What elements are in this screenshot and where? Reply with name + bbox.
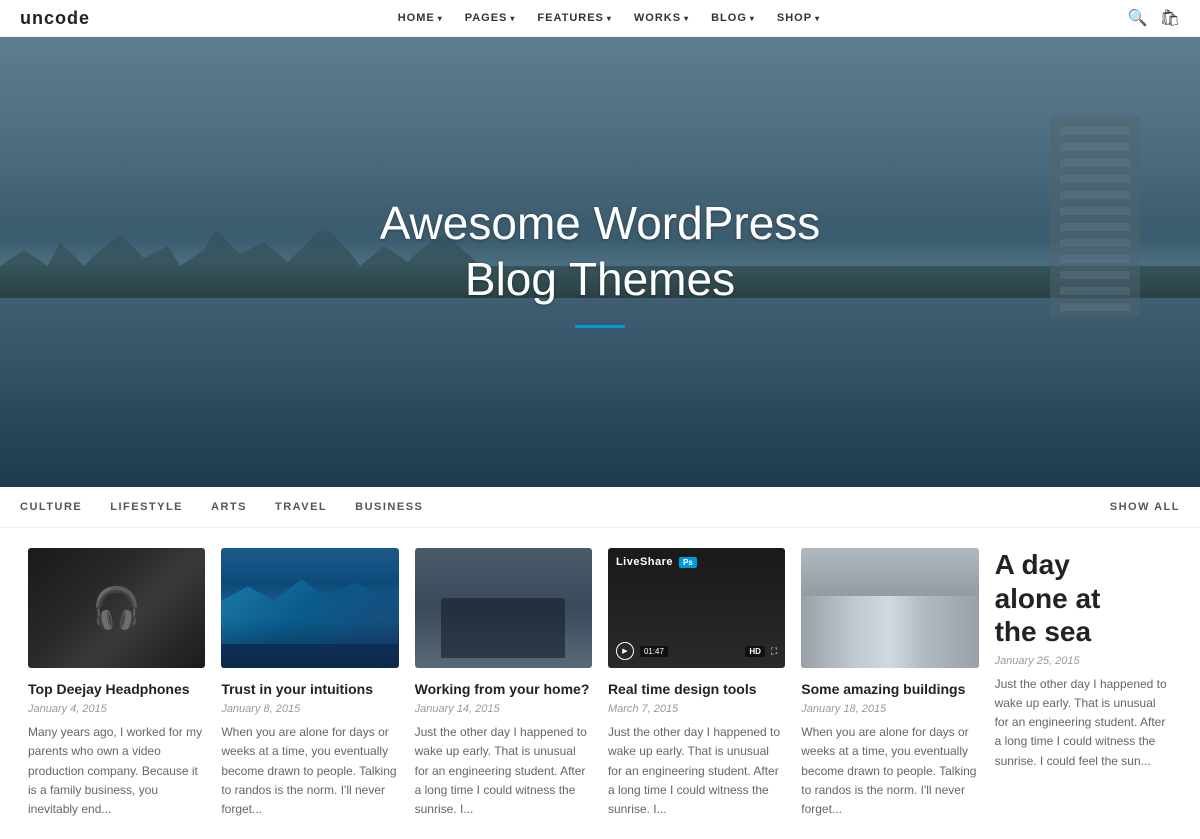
blog-post-1: Top Deejay Headphones January 4, 2015 Ma… <box>20 548 213 819</box>
dot-1 <box>869 658 874 663</box>
video-time: 01:47 <box>640 646 668 657</box>
hero-divider <box>575 325 625 328</box>
category-arts[interactable]: ARTS <box>211 501 247 513</box>
blog-grid: Top Deejay Headphones January 4, 2015 Ma… <box>0 528 1200 839</box>
nav-item-blog[interactable]: BLOG▾ <box>711 12 755 24</box>
categories-bar: CULTURE LIFESTYLE ARTS TRAVEL BUSINESS S… <box>0 487 1200 528</box>
post-1-excerpt: Many years ago, I worked for my parents … <box>28 723 205 819</box>
cart-icon[interactable]: 🛍 <box>1160 8 1180 28</box>
video-label: LiveShare <box>616 556 673 568</box>
nav-item-works[interactable]: WORKS▾ <box>634 12 689 24</box>
post-4-image[interactable]: LiveShare Ps ▶ 01:47 HD ⛶ <box>608 548 785 668</box>
image-dots <box>869 658 910 663</box>
category-business[interactable]: BUSINESS <box>355 501 423 513</box>
post-5-date: January 18, 2015 <box>801 703 978 715</box>
nav-item-features[interactable]: FEATURES▾ <box>537 12 611 24</box>
blog-post-5: Some amazing buildings January 18, 2015 … <box>793 548 986 819</box>
post-4-excerpt: Just the other day I happened to wake up… <box>608 723 785 819</box>
post-5-title[interactable]: Some amazing buildings <box>801 680 978 698</box>
post-6-big-title[interactable]: A dayalone atthe sea <box>995 548 1172 649</box>
blog-post-6: A dayalone atthe sea January 25, 2015 Ju… <box>987 548 1180 819</box>
post-5-excerpt: When you are alone for days or weeks at … <box>801 723 978 819</box>
blog-post-2: Trust in your intuitions January 8, 2015… <box>213 548 406 819</box>
nav-item-shop[interactable]: SHOP▾ <box>777 12 820 24</box>
post-1-title[interactable]: Top Deejay Headphones <box>28 680 205 698</box>
fullscreen-icon[interactable]: ⛶ <box>771 646 777 657</box>
video-title-bar: LiveShare Ps <box>616 556 697 568</box>
post-5-image[interactable] <box>801 548 978 668</box>
dot-5 <box>905 658 910 663</box>
post-4-date: March 7, 2015 <box>608 703 785 715</box>
nav-icons: 🔍 🛍 <box>1128 8 1180 28</box>
blog-post-4: LiveShare Ps ▶ 01:47 HD ⛶ Real time desi… <box>600 548 793 819</box>
dot-2 <box>878 658 883 663</box>
post-2-image[interactable] <box>221 548 398 668</box>
video-controls: ▶ 01:47 HD ⛶ <box>616 642 777 660</box>
video-overlay: LiveShare Ps ▶ 01:47 HD ⛶ <box>608 548 785 668</box>
post-6-excerpt: Just the other day I happened to wake up… <box>995 675 1172 771</box>
category-lifestyle[interactable]: LIFESTYLE <box>110 501 183 513</box>
navigation: uncode HOME▾ PAGES▾ FEATURES▾ WORKS▾ BLOG▾ SH… <box>0 0 1200 37</box>
category-travel[interactable]: TRAVEL <box>275 501 327 513</box>
search-icon[interactable]: 🔍 <box>1128 8 1148 28</box>
show-all-button[interactable]: SHOW ALL <box>1110 501 1180 513</box>
post-2-excerpt: When you are alone for days or weeks at … <box>221 723 398 819</box>
hero-section: Awesome WordPress Blog Themes <box>0 37 1200 487</box>
play-button[interactable]: ▶ <box>616 642 634 660</box>
blog-post-3: Working from your home? January 14, 2015… <box>407 548 600 819</box>
categories-list: CULTURE LIFESTYLE ARTS TRAVEL BUSINESS <box>20 501 423 513</box>
post-4-title[interactable]: Real time design tools <box>608 680 785 698</box>
hd-badge: HD <box>745 646 765 657</box>
nav-item-pages[interactable]: PAGES▾ <box>465 12 516 24</box>
hero-building <box>1050 117 1140 317</box>
nav-menu: HOME▾ PAGES▾ FEATURES▾ WORKS▾ BLOG▾ SHOP▾ <box>398 12 820 24</box>
post-2-date: January 8, 2015 <box>221 703 398 715</box>
post-3-title[interactable]: Working from your home? <box>415 680 592 698</box>
ps-badge: Ps <box>679 557 697 568</box>
post-3-image[interactable] <box>415 548 592 668</box>
post-3-excerpt: Just the other day I happened to wake up… <box>415 723 592 819</box>
hero-content: Awesome WordPress Blog Themes <box>380 196 821 327</box>
site-logo[interactable]: uncode <box>20 8 90 29</box>
category-culture[interactable]: CULTURE <box>20 501 82 513</box>
post-3-date: January 14, 2015 <box>415 703 592 715</box>
hero-title: Awesome WordPress Blog Themes <box>380 196 821 306</box>
post-1-image[interactable] <box>28 548 205 668</box>
dot-3 <box>887 658 892 663</box>
nav-item-home[interactable]: HOME▾ <box>398 12 443 24</box>
post-2-title[interactable]: Trust in your intuitions <box>221 680 398 698</box>
post-6-date: January 25, 2015 <box>995 655 1172 667</box>
dot-4 <box>896 658 901 663</box>
post-1-date: January 4, 2015 <box>28 703 205 715</box>
